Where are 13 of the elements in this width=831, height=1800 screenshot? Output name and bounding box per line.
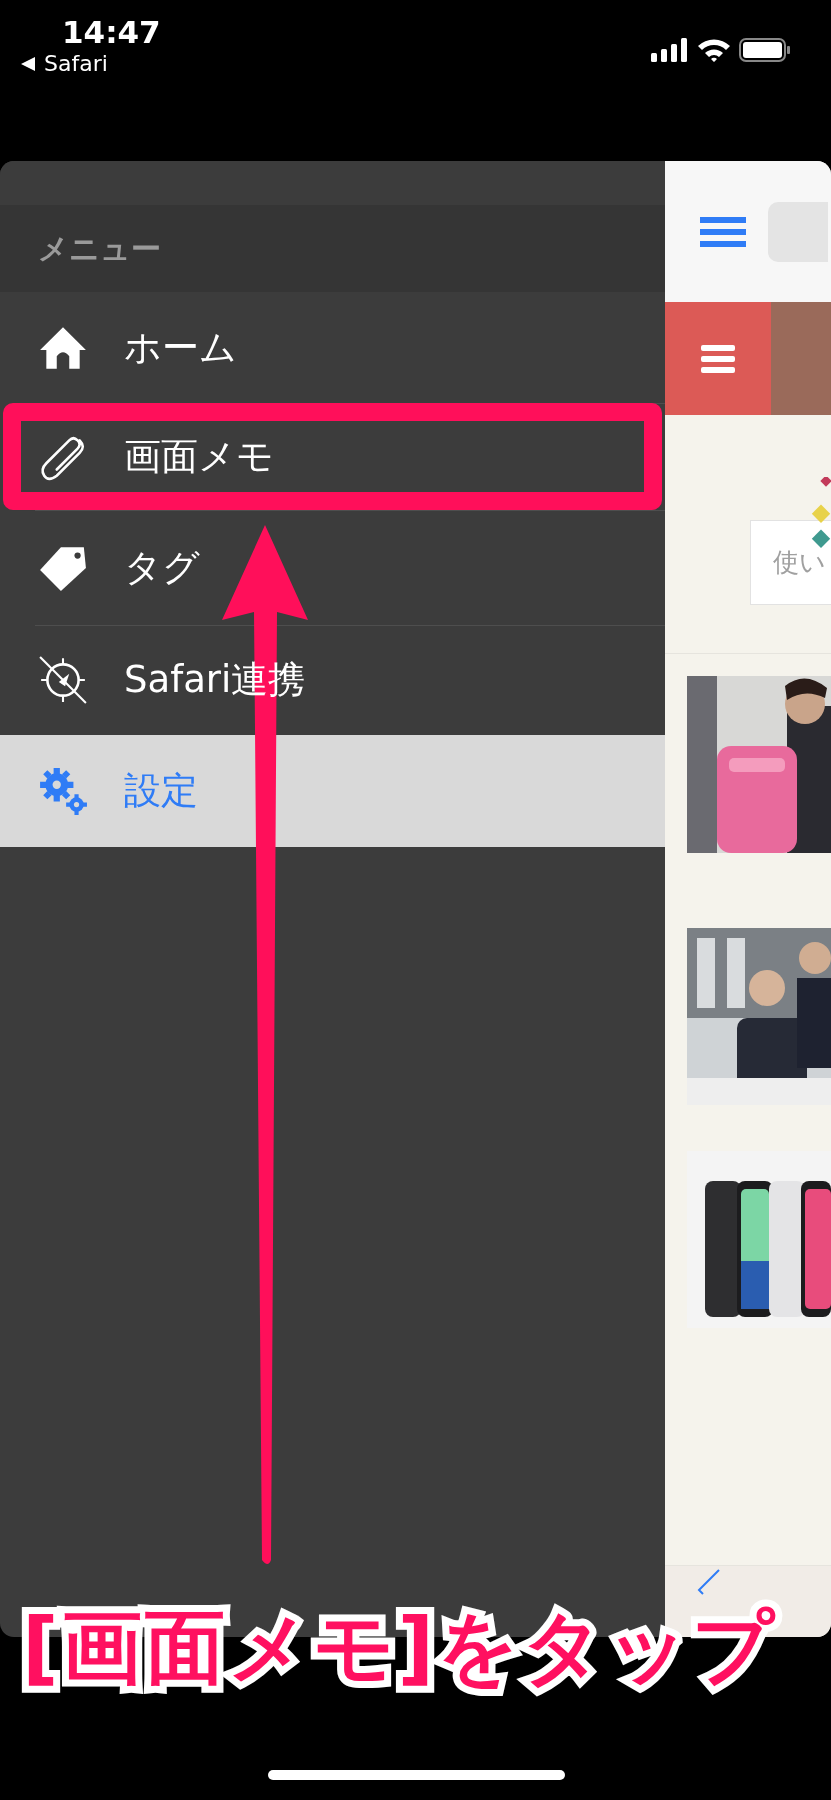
status-time: 14:47	[62, 14, 161, 52]
wifi-icon	[697, 38, 731, 62]
menu-icon[interactable]	[700, 216, 746, 247]
back-chevron-icon[interactable]	[695, 1568, 721, 1596]
back-app-link[interactable]: Safari	[44, 51, 108, 78]
gears-icon	[38, 766, 88, 816]
menu-tab[interactable]	[665, 302, 771, 415]
battery-icon	[739, 38, 791, 62]
menu-title: メニュー	[38, 230, 161, 268]
menu-icon	[701, 344, 735, 373]
compass-icon	[38, 655, 88, 705]
signal-icon	[651, 38, 689, 62]
back-triangle-icon[interactable]	[20, 56, 36, 73]
